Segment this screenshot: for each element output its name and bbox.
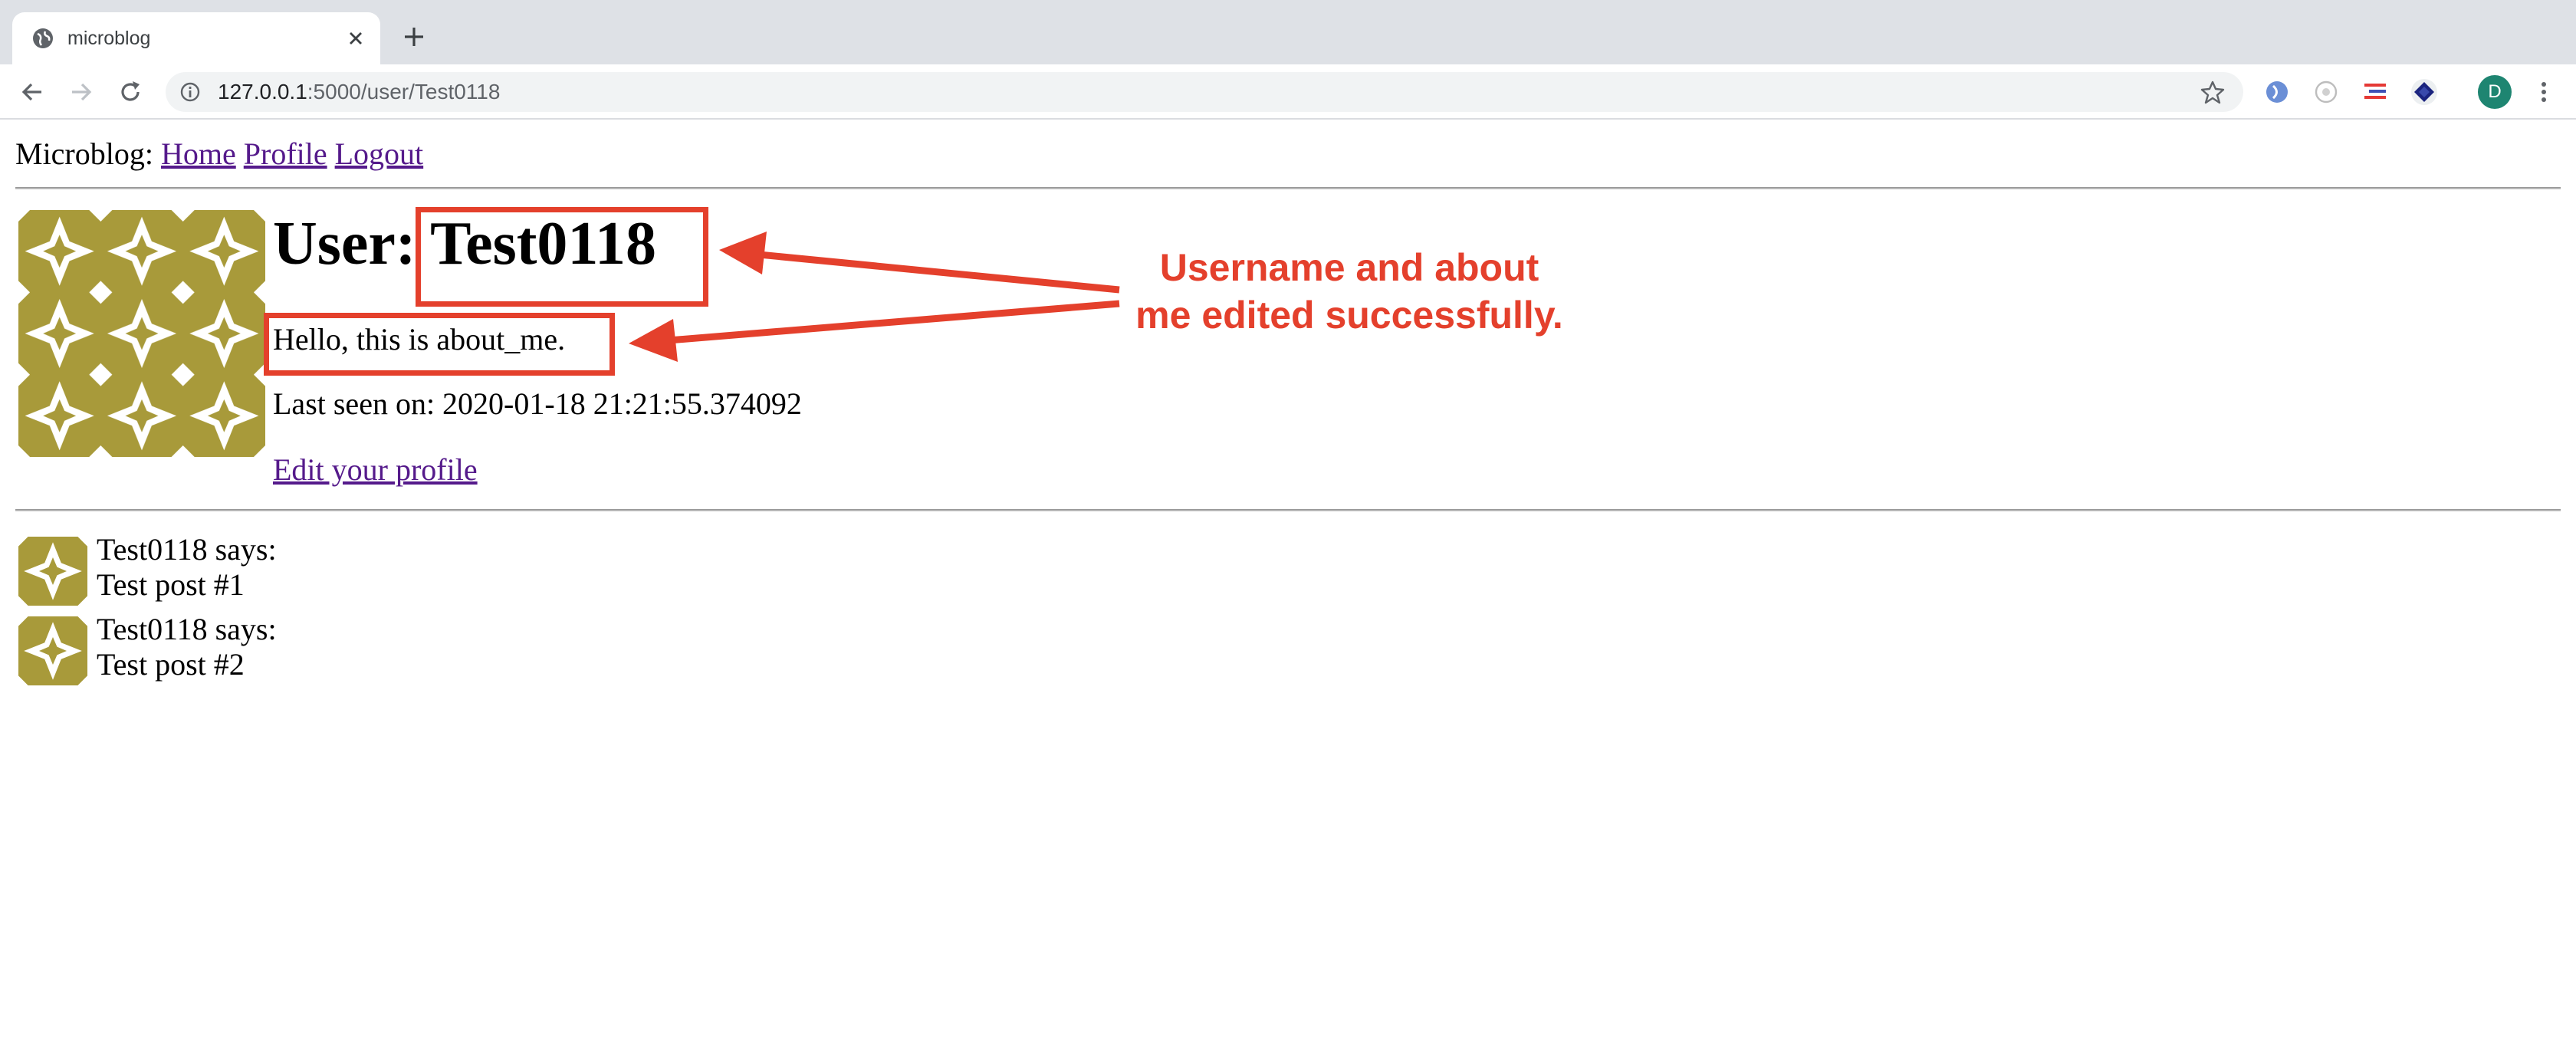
top-nav: Microblog: Home Profile Logout — [15, 136, 423, 172]
extension-icon[interactable] — [2361, 78, 2389, 106]
user-avatar — [18, 210, 265, 457]
extension-icon[interactable] — [2263, 78, 2291, 106]
back-icon[interactable] — [18, 78, 46, 106]
tab-title: microblog — [67, 28, 151, 49]
post-author: Test0118 says: — [97, 532, 277, 567]
forward-icon[interactable] — [67, 78, 95, 106]
profile-avatar-button[interactable]: D — [2478, 75, 2512, 109]
nav-logout-link[interactable]: Logout — [335, 136, 424, 171]
divider — [15, 187, 2561, 190]
address-bar[interactable]: 127.0.0.1:5000/user/Test0118 — [166, 72, 2243, 112]
brand-label: Microblog: — [15, 136, 153, 171]
annotation-callout: Username and about me edited successfull… — [1104, 244, 1595, 339]
edit-profile-link[interactable]: Edit your profile — [273, 452, 478, 488]
tab-strip: microblog — [0, 0, 2576, 64]
username-highlight-box — [416, 207, 708, 307]
post-avatar — [18, 537, 87, 606]
info-icon[interactable] — [179, 81, 201, 103]
about-me-highlight-box — [264, 313, 615, 376]
url-path: :5000/user/Test0118 — [307, 80, 501, 104]
reload-icon[interactable] — [117, 78, 144, 106]
close-icon[interactable] — [345, 28, 366, 49]
menu-icon[interactable] — [2530, 78, 2558, 106]
nav-profile-link[interactable]: Profile — [244, 136, 327, 171]
plus-icon[interactable] — [400, 23, 428, 51]
post-body: Test post #2 — [97, 647, 245, 682]
post-avatar — [18, 616, 87, 685]
url-host: 127.0.0.1 — [218, 80, 307, 104]
user-heading-prefix: User: — [273, 210, 416, 278]
callout-line-1: Username and about — [1159, 246, 1539, 289]
url-text: 127.0.0.1:5000/user/Test0118 — [218, 79, 500, 105]
last-seen-text: Last seen on: 2020-01-18 21:21:55.374092 — [273, 386, 802, 421]
browser-toolbar: 127.0.0.1:5000/user/Test0118 D — [0, 64, 2576, 120]
globe-icon — [33, 28, 53, 48]
tab-microblog[interactable]: microblog — [12, 12, 380, 64]
post-body: Test post #1 — [97, 567, 245, 602]
callout-line-2: me edited successfully. — [1135, 294, 1563, 337]
page-content: Microblog: Home Profile Logout User: Tes… — [0, 121, 2576, 1058]
extension-icon[interactable] — [2410, 78, 2438, 106]
extension-icon[interactable] — [2312, 78, 2340, 106]
post-author: Test0118 says: — [97, 612, 277, 646]
divider — [15, 509, 2561, 512]
star-icon[interactable] — [2200, 80, 2225, 104]
nav-home-link[interactable]: Home — [161, 136, 236, 171]
